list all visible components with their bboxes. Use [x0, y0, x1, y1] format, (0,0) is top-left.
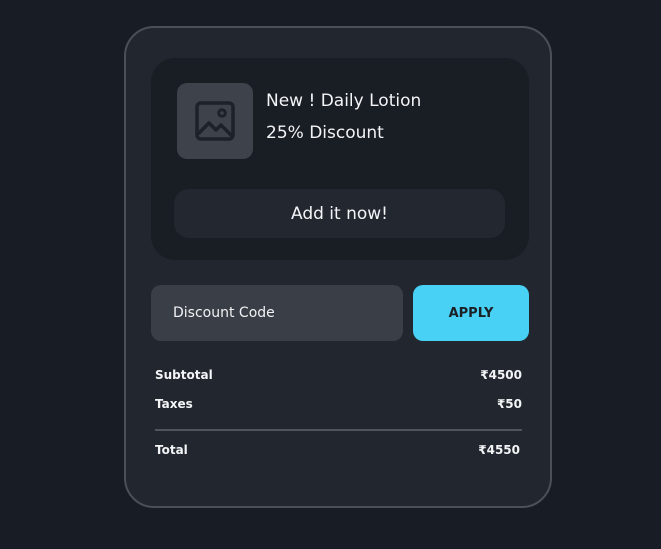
subtotal-row: Subtotal ₹4500: [155, 368, 522, 382]
image-icon: [195, 101, 235, 141]
promo-title: New ! Daily Lotion: [266, 91, 422, 111]
promo-panel: New ! Daily Lotion 25% Discount Add it n…: [151, 58, 529, 260]
taxes-value: ₹50: [496, 397, 522, 411]
subtotal-label: Subtotal: [155, 368, 213, 382]
add-it-now-button[interactable]: Add it now!: [174, 189, 505, 238]
apply-button[interactable]: APPLY: [413, 285, 529, 341]
total-value: ₹4550: [478, 443, 520, 457]
summary-divider: [155, 429, 522, 431]
subtotal-value: ₹4500: [480, 368, 522, 382]
discount-code-input[interactable]: [151, 285, 403, 341]
taxes-label: Taxes: [155, 397, 193, 411]
total-row: Total ₹4550: [155, 443, 520, 457]
taxes-row: Taxes ₹50: [155, 397, 522, 411]
product-thumbnail: [177, 83, 253, 159]
total-label: Total: [155, 443, 188, 457]
checkout-card: New ! Daily Lotion 25% Discount Add it n…: [124, 26, 552, 508]
promo-discount: 25% Discount: [266, 123, 384, 143]
